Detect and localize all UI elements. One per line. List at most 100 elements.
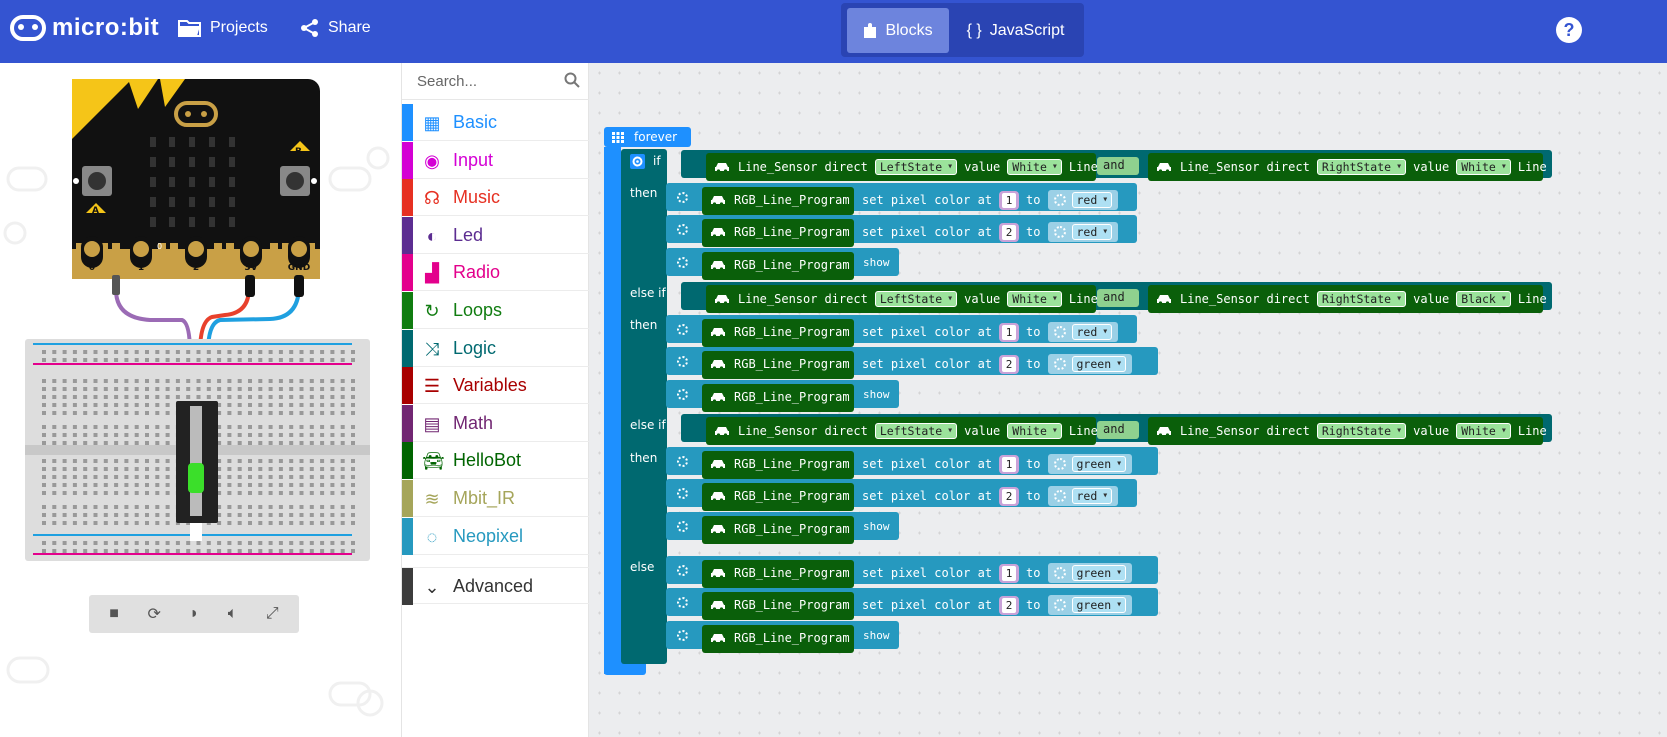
share-button[interactable]: Share xyxy=(300,18,371,38)
rgb-line-program-block[interactable]: RGB_Line_Program xyxy=(702,252,854,280)
pin-0-label: 0 xyxy=(89,263,95,273)
toolbox-category-radio[interactable]: ▟ Radio xyxy=(402,254,590,292)
state-dropdown[interactable]: LeftState xyxy=(874,291,958,307)
color-dropdown[interactable]: green xyxy=(1071,456,1127,472)
rgb-line-program-block[interactable]: RGB_Line_Program xyxy=(702,560,854,588)
and-operator[interactable]: and xyxy=(1097,289,1139,307)
microbit-logo[interactable]: micro:bit xyxy=(10,14,159,42)
toolbox-category-variables[interactable]: ☰ Variables xyxy=(402,367,590,405)
line-sensor-block-right[interactable]: Line_Sensor direct RightState value White Lin… xyxy=(1148,153,1547,181)
microbit-board[interactable]: A B 0 1 2 3V GND 0 xyxy=(72,79,320,279)
help-icon[interactable]: ? xyxy=(1556,17,1582,43)
toolbox-advanced[interactable]: ⌄ Advanced xyxy=(402,567,590,605)
pixel-index[interactable]: 1 xyxy=(999,322,1020,342)
value-dropdown[interactable]: White xyxy=(1007,423,1062,439)
car-icon xyxy=(715,162,729,173)
fullscreen-icon[interactable]: ⤢ xyxy=(266,605,279,623)
state-dropdown[interactable]: LeftState xyxy=(874,159,958,175)
color-dropdown[interactable]: green xyxy=(1071,356,1127,372)
and-dropdown[interactable]: and xyxy=(1103,158,1125,172)
color-dropdown[interactable]: red xyxy=(1071,488,1113,504)
rgb-line-program-block[interactable]: RGB_Line_Program xyxy=(702,219,854,247)
color-dropdown[interactable]: red xyxy=(1071,224,1113,240)
color-dropdown[interactable]: red xyxy=(1071,324,1113,340)
rgb-line-program-block[interactable]: RGB_Line_Program xyxy=(702,625,854,653)
toolbox-category-hellobot[interactable]: 🚘︎ HelloBot xyxy=(402,442,590,480)
toolbox-category-mbit-ir[interactable]: ≋ Mbit_IR xyxy=(402,480,590,517)
rgb-line-program-block[interactable]: RGB_Line_Program xyxy=(702,351,854,379)
projects-button[interactable]: Projects xyxy=(178,18,268,38)
color-picker[interactable]: green xyxy=(1047,595,1133,615)
restart-icon[interactable]: ⟳ xyxy=(148,604,161,624)
rgb-line-program-block[interactable]: RGB_Line_Program xyxy=(702,187,854,215)
stop-icon[interactable]: ■ xyxy=(109,605,119,623)
state-dropdown[interactable]: RightState xyxy=(1316,423,1407,439)
value-dropdown[interactable]: White xyxy=(1456,423,1511,439)
pixel-index[interactable]: 1 xyxy=(999,563,1020,583)
rgb-line-program-block[interactable]: RGB_Line_Program xyxy=(702,451,854,479)
slowmo-icon[interactable]: ◗ xyxy=(189,605,199,623)
gear-icon[interactable] xyxy=(630,154,645,169)
mute-icon[interactable]: 🔈︎ xyxy=(228,605,238,623)
toolbox-category-math[interactable]: ▤ Math xyxy=(402,404,590,442)
toolbox-category-logic[interactable]: ⤨ Logic xyxy=(402,329,590,367)
value-dropdown[interactable]: Black xyxy=(1456,291,1511,307)
line-sensor-block-right[interactable]: Line_Sensor direct RightState value Black Lin… xyxy=(1148,285,1547,313)
neopixel-icon xyxy=(677,630,688,641)
color-dropdown[interactable]: green xyxy=(1071,565,1127,581)
category-label: Variables xyxy=(453,375,527,396)
and-operator[interactable]: and xyxy=(1097,157,1139,175)
toolbox-search[interactable]: Search... xyxy=(402,63,590,100)
value-dropdown[interactable]: White xyxy=(1456,159,1511,175)
pixel-index[interactable]: 1 xyxy=(999,454,1020,474)
color-picker[interactable]: red xyxy=(1047,222,1119,242)
rgb-line-program-block[interactable]: RGB_Line_Program xyxy=(702,384,854,412)
car-icon xyxy=(711,228,725,238)
color-picker[interactable]: green xyxy=(1047,354,1133,374)
color-picker[interactable]: green xyxy=(1047,454,1133,474)
toolbox-category-loops[interactable]: ↻ Loops xyxy=(402,292,590,329)
rgb-line-program-block[interactable]: RGB_Line_Program xyxy=(702,483,854,511)
search-input[interactable]: Search... xyxy=(417,73,477,90)
value-dropdown[interactable]: White xyxy=(1007,291,1062,307)
color-picker[interactable]: red xyxy=(1047,322,1119,342)
javascript-tab[interactable]: { } JavaScript xyxy=(953,8,1078,53)
toolbox-category-input[interactable]: ◉ Input xyxy=(402,141,590,179)
state-dropdown[interactable]: RightState xyxy=(1316,159,1407,175)
color-picker[interactable]: red xyxy=(1047,190,1119,210)
color-dropdown[interactable]: red xyxy=(1071,192,1113,208)
line-sensor-block-left[interactable]: Line_Sensor direct LeftState value White Line xyxy=(706,153,1098,181)
color-picker[interactable]: red xyxy=(1047,486,1119,506)
state-dropdown[interactable]: LeftState xyxy=(874,423,958,439)
forever-block[interactable]: forever xyxy=(604,127,691,147)
neopixel-icon xyxy=(1053,490,1066,502)
pixel-index[interactable]: 2 xyxy=(999,595,1020,615)
neopixel-icon xyxy=(1053,358,1066,370)
and-dropdown[interactable]: and xyxy=(1103,422,1125,436)
value-label: value xyxy=(964,292,1001,306)
color-picker[interactable]: green xyxy=(1047,563,1133,583)
line-sensor-block-left[interactable]: Line_Sensor direct LeftState value White Line xyxy=(706,285,1098,313)
toolbox-category-music[interactable]: ☊ Music xyxy=(402,179,590,217)
toolbox-category-led[interactable]: ◐ Led xyxy=(402,216,590,254)
color-dropdown[interactable]: green xyxy=(1071,597,1127,613)
rgb-line-program-block[interactable]: RGB_Line_Program xyxy=(702,592,854,620)
blocks-tab[interactable]: Blocks xyxy=(847,8,949,53)
value-dropdown[interactable]: White xyxy=(1007,159,1062,175)
and-operator[interactable]: and xyxy=(1097,421,1139,439)
and-dropdown[interactable]: and xyxy=(1103,290,1125,304)
pixel-index[interactable]: 2 xyxy=(999,486,1020,506)
rgb-line-program-block[interactable]: RGB_Line_Program xyxy=(702,516,854,544)
pixel-index[interactable]: 2 xyxy=(999,222,1020,242)
blocks-workspace[interactable]: forever if then else if then else if the… xyxy=(589,63,1667,737)
pixel-index[interactable]: 2 xyxy=(999,354,1020,374)
rgb-line-program-block[interactable]: RGB_Line_Program xyxy=(702,319,854,347)
toolbox-category-basic[interactable]: ▦ Basic xyxy=(402,104,590,141)
line-sensor-block-left[interactable]: Line_Sensor direct LeftState value White Line xyxy=(706,417,1098,445)
if-else-block[interactable] xyxy=(621,149,667,664)
line-sensor-block-right[interactable]: Line_Sensor direct RightState value White Lin… xyxy=(1148,417,1547,445)
toolbox-category-neopixel[interactable]: ◌ Neopixel xyxy=(402,517,590,555)
state-dropdown[interactable]: RightState xyxy=(1316,291,1407,307)
pixel-index[interactable]: 1 xyxy=(999,190,1020,210)
car-icon xyxy=(711,360,725,370)
